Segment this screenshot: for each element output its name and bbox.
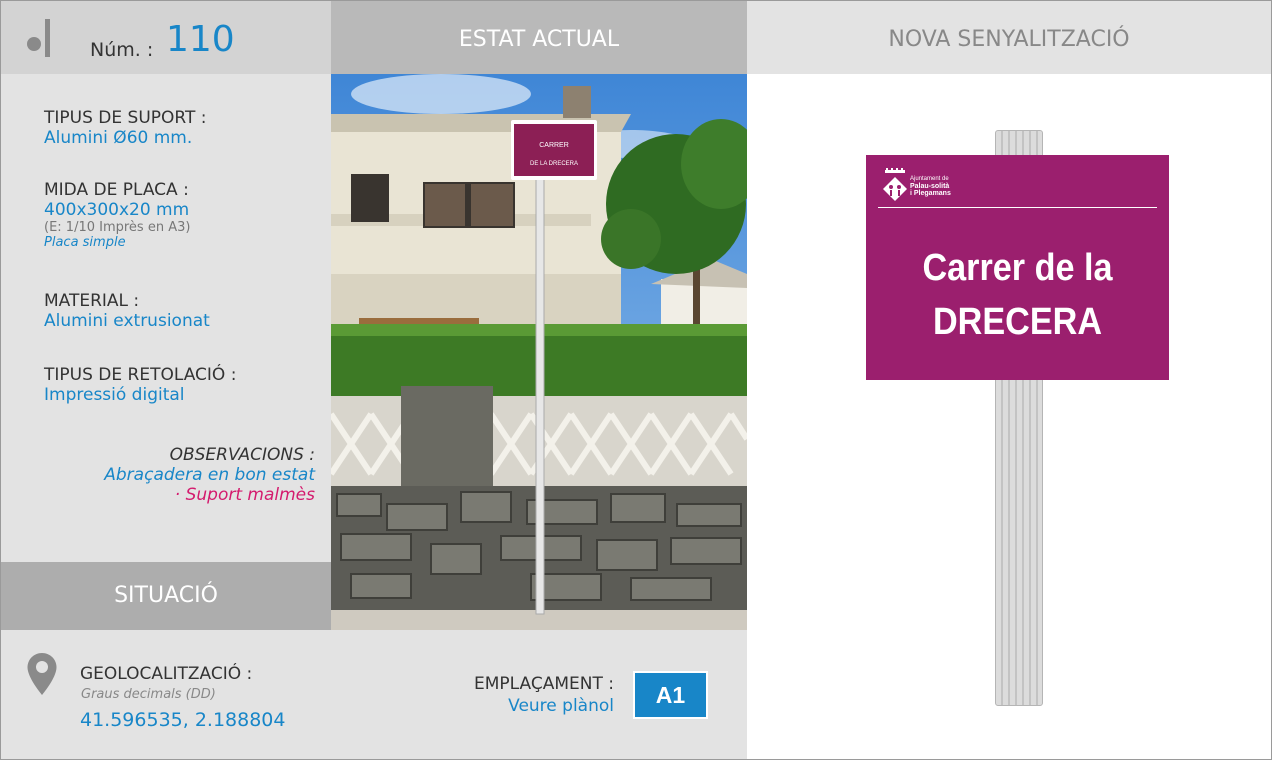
view-map-link[interactable]: Veure plànol [508,696,614,716]
number-label: Núm. : [90,39,154,61]
street-name: Carrer de la DRECERA [881,241,1154,349]
new-sign-plate: Ajuntament de Palau-solità i Plegamans C… [866,155,1169,380]
street-name-line-2: DRECERA [932,301,1103,343]
plate-size-label: MIDA DE PLACA : [44,180,189,200]
new-signage-header: NOVA SENYALITZACIÓ [747,1,1271,74]
pin-stick-icon [45,19,50,57]
placement-label: EMPLAÇAMENT : [474,674,614,694]
current-state-photo: CARRER DE LA DRECERA [331,74,747,630]
situation-header: SITUACIÓ [1,562,331,630]
plate-size-sub: Placa simple [44,235,126,250]
situation-panel: GEOLOCALITZACIÓ : Graus decimals (DD) 41… [1,630,747,759]
plate-divider [878,207,1157,208]
material-label: MATERIAL : [44,291,140,311]
town-emblem-icon [883,168,907,201]
support-type-value: Alumini Ø60 mm. [44,128,193,148]
number-bar: Núm. : 110 [1,1,331,74]
geolocation-coords: 41.596535, 2.188804 [80,709,286,731]
old-sign-text-1: CARRER [539,142,569,149]
observation-bad: · Suport malmès [174,485,315,505]
support-type: TIPUS DE SUPORT : Alumini Ø60 mm. [44,108,206,148]
lettering-type: TIPUS DE RETOLACIÓ : Impressió digital [44,365,236,405]
plate-size: MIDA DE PLACA : 400x300x20 mm (E: 1/10 I… [44,180,190,250]
material: MATERIAL : Alumini extrusionat [44,291,210,331]
number-value: 110 [166,19,235,60]
support-type-label: TIPUS DE SUPORT : [44,108,207,128]
map-pin-icon [27,653,57,695]
observations: OBSERVACIONS : Abraçadera en bon estat ·… [1,445,331,505]
town-council-name: Ajuntament de Palau-solità i Plegamans [910,176,951,197]
org-line-1: Ajuntament de [910,176,949,182]
lettering-type-value: Impressió digital [44,385,185,405]
current-state-header: ESTAT ACTUAL [331,1,747,74]
plate-size-note: (E: 1/10 Imprès en A3) [44,220,191,235]
observations-label: OBSERVACIONS : [169,445,315,465]
material-value: Alumini extrusionat [44,311,210,331]
old-sign-text-2: DE LA DRECERA [530,161,578,167]
geolocation-format: Graus decimals (DD) [81,687,216,702]
street-name-line-1: Carrer de la [922,247,1113,289]
geolocation-label: GEOLOCALITZACIÓ : [80,664,253,684]
org-line-2: Palau-solità [910,183,950,190]
pin-dot-icon [27,37,41,51]
org-line-3: i Plegamans [910,190,951,197]
placement-code-badge[interactable]: A1 [633,671,708,719]
lettering-type-label: TIPUS DE RETOLACIÓ : [44,365,237,385]
plate-size-value: 400x300x20 mm [44,200,190,220]
observation-good: Abraçadera en bon estat [104,465,315,485]
